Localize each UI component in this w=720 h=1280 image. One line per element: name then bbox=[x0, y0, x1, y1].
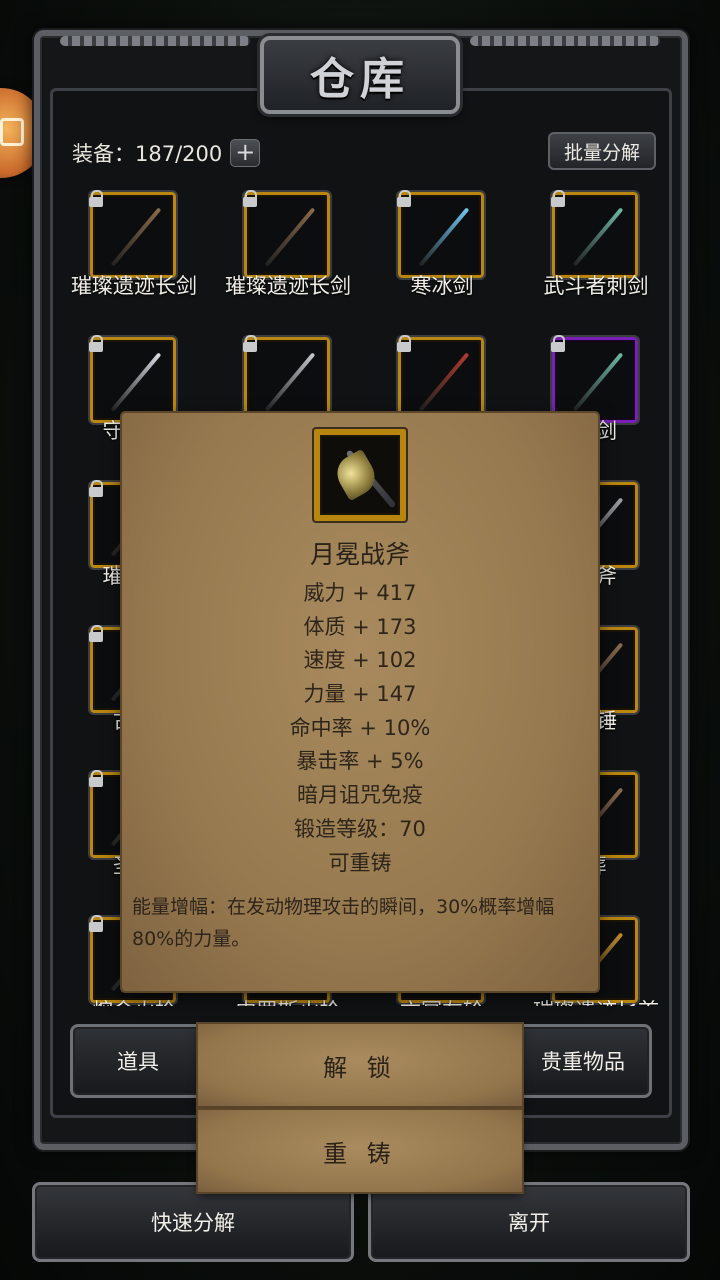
lock-icon bbox=[88, 480, 104, 498]
item-stats: 威力 + 417 体质 + 173 速度 + 102 力量 + 147 命中率 + 10… bbox=[122, 577, 598, 880]
stat-line: 速度 + 102 bbox=[303, 648, 417, 673]
item-name: 月冕战斧 bbox=[309, 540, 410, 569]
stat-line: 暗月诅咒免疫 bbox=[297, 783, 423, 808]
lock-icon bbox=[88, 915, 104, 933]
lock-icon bbox=[550, 190, 566, 208]
batch-decompose-button[interactable]: 批量分解 bbox=[548, 132, 656, 170]
page-title: 仓库 bbox=[310, 54, 410, 105]
battle-axe-icon bbox=[330, 448, 382, 502]
item-cell[interactable]: 寒冰剑 bbox=[366, 180, 518, 310]
item-name: 璀璨遗迹长剑 bbox=[225, 274, 351, 298]
stat-line: 锻造等级：70 bbox=[294, 816, 426, 841]
lock-icon bbox=[396, 190, 412, 208]
item-slot[interactable] bbox=[550, 335, 640, 425]
item-cell[interactable]: 璀璨遗迹长剑 bbox=[58, 180, 210, 310]
right-ornament bbox=[470, 36, 660, 46]
lock-icon bbox=[550, 335, 566, 353]
expand-capacity-button[interactable]: + bbox=[230, 139, 261, 167]
lock-icon bbox=[242, 335, 258, 353]
item-name: 璀璨遗迹长剑 bbox=[71, 274, 197, 298]
tab-valuables[interactable]: 贵重物品 bbox=[514, 1024, 652, 1098]
menu-icon bbox=[0, 118, 24, 146]
stat-line: 力量 + 147 bbox=[303, 682, 417, 707]
item-cell[interactable]: 武斗者刺剑 bbox=[520, 180, 668, 310]
equipment-count: 装备：187/200 bbox=[72, 142, 223, 166]
lock-icon bbox=[88, 190, 104, 208]
item-slot[interactable] bbox=[396, 335, 486, 425]
weapon-icon bbox=[110, 207, 162, 267]
item-slot[interactable] bbox=[88, 335, 178, 425]
weapon-icon bbox=[264, 207, 316, 267]
item-slot[interactable] bbox=[242, 190, 332, 280]
lock-icon bbox=[88, 625, 104, 643]
item-name: 熔金火枪 bbox=[58, 995, 210, 1006]
weapon-icon bbox=[418, 207, 470, 267]
lock-icon bbox=[242, 190, 258, 208]
weapon-icon bbox=[572, 352, 624, 412]
weapon-icon bbox=[572, 207, 624, 267]
stat-line: 威力 + 417 bbox=[303, 581, 417, 605]
stat-line: 命中率 + 10% bbox=[289, 715, 431, 740]
lock-icon bbox=[88, 335, 104, 353]
weapon-icon bbox=[418, 352, 470, 412]
left-ornament bbox=[60, 36, 250, 46]
item-name: 亡冥左轮 bbox=[366, 995, 518, 1006]
tab-props[interactable]: 道具 bbox=[70, 1024, 206, 1098]
item-slot[interactable] bbox=[396, 190, 486, 280]
item-icon-frame bbox=[312, 427, 408, 523]
item-name: 璀璨遗迹匕首 bbox=[520, 995, 668, 1006]
item-name: 内罗斯火枪 bbox=[212, 995, 364, 1006]
weapon-icon bbox=[264, 352, 316, 412]
item-detail-popup: 月冕战斧 威力 + 417 体质 + 173 速度 + 102 力量 + 147 命中率… bbox=[122, 413, 598, 991]
item-slot[interactable] bbox=[242, 335, 332, 425]
item-name: 武斗者刺剑 bbox=[543, 274, 649, 298]
item-slot[interactable] bbox=[88, 190, 178, 280]
item-slot[interactable] bbox=[550, 190, 640, 280]
weapon-icon bbox=[110, 352, 162, 412]
equipment-count-row: 装备：187/200 + bbox=[72, 138, 261, 168]
stat-line: 可重铸 bbox=[328, 850, 392, 875]
item-name: 寒冰剑 bbox=[410, 274, 474, 298]
stat-line: 体质 + 173 bbox=[303, 614, 417, 639]
lock-icon bbox=[312, 427, 328, 445]
title-plate: 仓库 bbox=[260, 36, 460, 114]
lock-icon bbox=[88, 770, 104, 788]
leave-button[interactable]: 离开 bbox=[368, 1182, 690, 1262]
item-cell[interactable]: 璀璨遗迹长剑 bbox=[212, 180, 364, 310]
stat-line: 暴击率 + 5% bbox=[296, 749, 424, 774]
item-description: 能量增幅：在发动物理攻击的瞬间，30%概率增幅80%的力量。 bbox=[132, 896, 555, 950]
lock-icon bbox=[396, 335, 412, 353]
reforge-button[interactable]: 重 铸 bbox=[198, 1110, 522, 1192]
quick-decompose-button[interactable]: 快速分解 bbox=[32, 1182, 354, 1262]
unlock-button[interactable]: 解 锁 bbox=[198, 1024, 522, 1106]
